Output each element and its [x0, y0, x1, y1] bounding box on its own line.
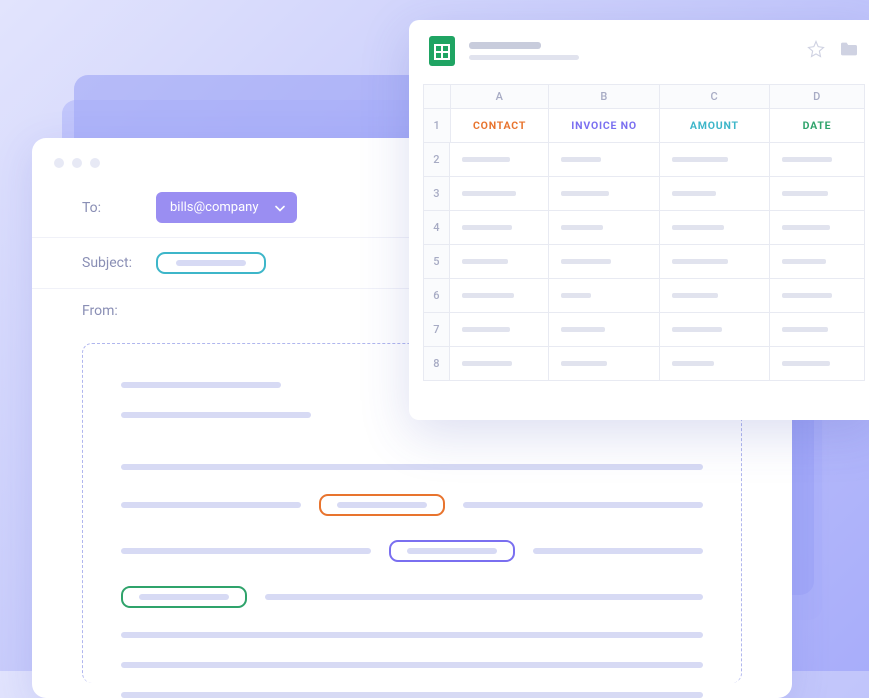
body-skeleton-line [121, 692, 703, 698]
data-cell[interactable] [660, 211, 770, 245]
row-header-6[interactable]: 6 [424, 279, 450, 313]
spreadsheet-window: A B C D 1 CONTACT INVOICE NO AMOUNT DATE… [409, 20, 869, 420]
body-line-with-orange [121, 494, 703, 516]
chevron-down-icon [275, 200, 285, 215]
data-cell[interactable] [450, 245, 549, 279]
data-cell[interactable] [450, 143, 549, 177]
sheet-title-skeleton [469, 42, 541, 49]
data-cell[interactable] [660, 245, 770, 279]
data-cell[interactable] [660, 347, 770, 381]
table-row: 2 [424, 143, 865, 177]
data-cell[interactable] [450, 177, 549, 211]
date-field-highlight[interactable] [121, 586, 247, 608]
data-cell[interactable] [549, 347, 659, 381]
col-header-b[interactable]: B [549, 85, 659, 109]
data-cell[interactable] [770, 313, 865, 347]
window-maximize-dot[interactable] [90, 158, 100, 168]
row-header-5[interactable]: 5 [424, 245, 450, 279]
body-skeleton-line [121, 464, 703, 470]
row-header-4[interactable]: 4 [424, 211, 450, 245]
spreadsheet-header [409, 20, 869, 78]
body-skeleton-segment [121, 548, 371, 554]
body-skeleton-segment [533, 548, 703, 554]
folder-icon[interactable] [839, 41, 859, 61]
body-skeleton-segment [265, 594, 703, 600]
table-row: 7 [424, 313, 865, 347]
data-cell[interactable] [770, 245, 865, 279]
star-icon[interactable] [807, 40, 825, 62]
col-header-c[interactable]: C [660, 85, 770, 109]
data-cell[interactable] [549, 143, 659, 177]
to-recipient-chip[interactable]: bills@company [156, 192, 297, 223]
spreadsheet-grid[interactable]: A B C D 1 CONTACT INVOICE NO AMOUNT DATE… [423, 84, 865, 381]
contact-field-highlight[interactable] [319, 494, 445, 516]
data-cell[interactable] [549, 313, 659, 347]
row-header-7[interactable]: 7 [424, 313, 450, 347]
header-data-row: 1 CONTACT INVOICE NO AMOUNT DATE [424, 109, 865, 143]
body-line-with-green [121, 586, 703, 608]
row-header-1[interactable]: 1 [424, 109, 451, 143]
table-row: 6 [424, 279, 865, 313]
cell-amount-header[interactable]: AMOUNT [660, 109, 770, 143]
data-cell[interactable] [549, 211, 659, 245]
data-cell[interactable] [450, 347, 549, 381]
table-row: 3 [424, 177, 865, 211]
data-cell[interactable] [770, 143, 865, 177]
row-header-2[interactable]: 2 [424, 143, 450, 177]
data-cell[interactable] [450, 211, 549, 245]
data-cell[interactable] [549, 177, 659, 211]
data-cell[interactable] [549, 245, 659, 279]
table-row: 5 [424, 245, 865, 279]
subject-label: Subject: [82, 255, 138, 271]
col-header-a[interactable]: A [451, 85, 550, 109]
data-cell[interactable] [770, 279, 865, 313]
data-cell[interactable] [770, 211, 865, 245]
sheet-menu-skeleton [469, 55, 579, 60]
column-header-row: A B C D [424, 85, 865, 109]
data-cell[interactable] [660, 279, 770, 313]
cell-date-header[interactable]: DATE [770, 109, 865, 143]
body-line-with-purple [121, 540, 703, 562]
body-skeleton-segment [121, 502, 301, 508]
data-cell[interactable] [660, 143, 770, 177]
data-cell[interactable] [450, 313, 549, 347]
invoice-field-highlight[interactable] [389, 540, 515, 562]
subject-placeholder-skeleton [176, 260, 246, 266]
data-cell[interactable] [660, 313, 770, 347]
body-skeleton-line [121, 412, 311, 418]
row-header-8[interactable]: 8 [424, 347, 450, 381]
body-skeleton-line [121, 662, 703, 668]
data-cell[interactable] [660, 177, 770, 211]
body-skeleton-line [121, 632, 703, 638]
cell-contact-header[interactable]: CONTACT [451, 109, 550, 143]
subject-input-highlight[interactable] [156, 252, 266, 274]
data-cell[interactable] [770, 347, 865, 381]
table-row: 4 [424, 211, 865, 245]
data-cell[interactable] [549, 279, 659, 313]
to-recipient-text: bills@company [170, 200, 259, 215]
google-sheets-icon [429, 36, 455, 66]
from-label: From: [82, 303, 138, 319]
row-header-3[interactable]: 3 [424, 177, 450, 211]
col-header-d[interactable]: D [770, 85, 865, 109]
to-label: To: [82, 200, 138, 216]
cell-invoice-header[interactable]: INVOICE NO [549, 109, 659, 143]
body-skeleton-segment [463, 502, 703, 508]
table-row: 8 [424, 347, 865, 381]
data-cell[interactable] [450, 279, 549, 313]
body-skeleton-line [121, 382, 281, 388]
window-close-dot[interactable] [54, 158, 64, 168]
corner-cell[interactable] [424, 85, 451, 109]
window-minimize-dot[interactable] [72, 158, 82, 168]
sheet-title-area[interactable] [469, 42, 579, 60]
data-cell[interactable] [770, 177, 865, 211]
